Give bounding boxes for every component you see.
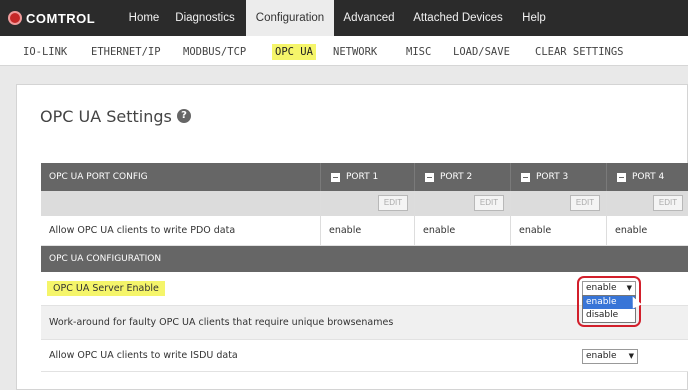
port-1-header[interactable]: PORT 1 (321, 163, 415, 191)
server-enable-select[interactable]: enable ▼ (582, 281, 636, 296)
comtrol-logo[interactable]: COMTROL (8, 8, 104, 28)
port-4-edit-button[interactable]: EDIT (653, 195, 683, 211)
port-4-label: PORT 4 (632, 172, 665, 182)
isdu-write-label: Allow OPC UA clients to write ISDU data (49, 350, 238, 361)
port-2-pdo-value: enable (423, 225, 456, 236)
port-4-header[interactable]: PORT 4 (607, 163, 688, 191)
option-disable[interactable]: disable (583, 309, 635, 322)
server-enable-label: OPC UA Server Enable (47, 281, 165, 296)
subnav-load-save[interactable]: LOAD/SAVE (450, 44, 513, 60)
subnav-ethernet-ip[interactable]: ETHERNET/IP (88, 44, 164, 60)
subnav-opc-ua[interactable]: OPC UA (272, 44, 316, 60)
tab-help[interactable]: Help (516, 0, 552, 36)
server-enable-value: enable (586, 283, 617, 293)
collapse-icon[interactable] (521, 172, 530, 182)
port-3-edit-button[interactable]: EDIT (570, 195, 600, 211)
page-title: OPC UA Settings (40, 107, 172, 126)
logo-icon (8, 11, 22, 25)
edit-button-row: EDIT EDIT EDIT EDIT (41, 191, 688, 216)
tab-attached-devices[interactable]: Attached Devices (404, 0, 512, 36)
isdu-write-value: enable (586, 351, 617, 361)
port-4-pdo-value: enable (615, 225, 648, 236)
logo-text: COMTROL (26, 10, 96, 26)
port-1-edit-button[interactable]: EDIT (378, 195, 408, 211)
table-row: Allow OPC UA clients to write PDO data e… (41, 216, 688, 246)
opc-config-header-row: OPC UA CONFIGURATION (41, 246, 688, 272)
tab-home[interactable]: Home (122, 0, 166, 36)
port-1-label: PORT 1 (346, 172, 379, 182)
subnav-clear-settings[interactable]: CLEAR SETTINGS (532, 44, 627, 60)
subnav-misc[interactable]: MISC (403, 44, 434, 60)
tab-diagnostics[interactable]: Diagnostics (168, 0, 242, 36)
subnav-network[interactable]: NETWORK (330, 44, 380, 60)
port-2-label: PORT 2 (440, 172, 473, 182)
collapse-icon[interactable] (617, 172, 626, 182)
tab-advanced[interactable]: Advanced (337, 0, 401, 36)
port-3-label: PORT 3 (536, 172, 569, 182)
question-icon[interactable]: ? (177, 109, 191, 123)
collapse-icon[interactable] (331, 172, 340, 182)
configuration-subnav: IO-LINK ETHERNET/IP MODBUS/TCP OPC UA NE… (0, 36, 688, 66)
top-navigation-bar: COMTROL Home Diagnostics Configuration A… (0, 0, 688, 36)
subnav-io-link[interactable]: IO-LINK (20, 44, 70, 60)
subnav-modbus-tcp[interactable]: MODBUS/TCP (180, 44, 249, 60)
port-2-header[interactable]: PORT 2 (415, 163, 511, 191)
browsename-workaround-label: Work-around for faulty OPC UA clients th… (49, 317, 394, 328)
collapse-icon[interactable] (425, 172, 434, 182)
chevron-down-icon: ▼ (626, 284, 632, 292)
tab-configuration[interactable]: Configuration (246, 0, 334, 36)
port-2-edit-button[interactable]: EDIT (474, 195, 504, 211)
pdo-write-label: Allow OPC UA clients to write PDO data (49, 225, 236, 236)
settings-panel: OPC UA Settings ? OPC UA PORT CONFIG POR… (16, 84, 688, 390)
port-config-header-row: OPC UA PORT CONFIG PORT 1 PORT 2 PORT 3 … (41, 163, 688, 191)
port-1-pdo-value: enable (329, 225, 362, 236)
opc-config-header: OPC UA CONFIGURATION (49, 254, 162, 264)
port-config-header: OPC UA PORT CONFIG (49, 172, 148, 182)
isdu-write-select[interactable]: enable ▼ (582, 349, 638, 364)
port-3-pdo-value: enable (519, 225, 552, 236)
chevron-down-icon: ▼ (628, 352, 634, 360)
content-area: OPC UA Settings ? OPC UA PORT CONFIG POR… (0, 66, 688, 390)
port-3-header[interactable]: PORT 3 (511, 163, 607, 191)
